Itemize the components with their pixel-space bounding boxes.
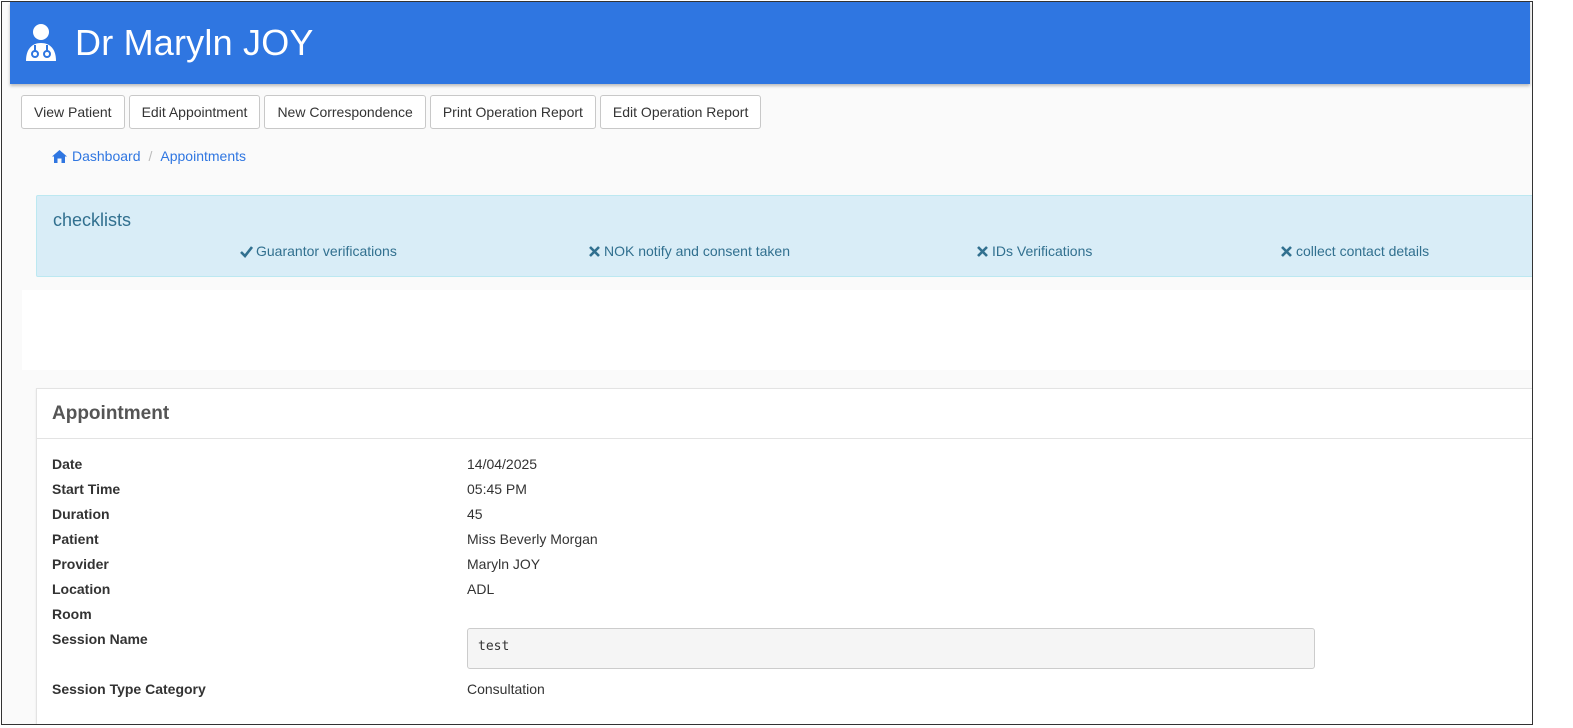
field-label-session-type-category: Session Type Category xyxy=(52,681,206,697)
field-value-location: ADL xyxy=(467,581,495,597)
breadcrumb: Dashboard / Appointments xyxy=(52,148,246,164)
checklist-item-label: NOK notify and consent taken xyxy=(604,243,790,259)
checklist-title: checklists xyxy=(53,210,132,230)
field-value-patient: Miss Beverly Morgan xyxy=(467,531,598,547)
checklist-item-label: IDs Verifications xyxy=(992,243,1093,259)
field-label-session-name: Session Name xyxy=(52,631,148,647)
checklist-item-label: Guarantor verifications xyxy=(256,243,397,259)
checklist-item-contact: collect contact details xyxy=(1280,243,1429,259)
field-value-provider: Maryln JOY xyxy=(467,556,541,572)
cross-icon xyxy=(1281,245,1292,257)
app-frame: Dr Maryln JOY View Patient Edit Appointm… xyxy=(1,1,1533,725)
print-operation-report-button[interactable]: Print Operation Report xyxy=(429,95,596,129)
checklist-item-nok: NOK notify and consent taken xyxy=(588,243,790,259)
checklist-item-ids: IDs Verifications xyxy=(976,243,1092,259)
breadcrumb-dashboard-link[interactable]: Dashboard xyxy=(72,148,141,164)
edit-appointment-button[interactable]: Edit Appointment xyxy=(128,95,261,129)
checklist-panel: checklists Guarantor verifications NOK n… xyxy=(36,195,1532,277)
new-correspondence-button[interactable]: New Correspondence xyxy=(264,95,426,129)
cross-icon xyxy=(589,245,600,257)
field-label-room: Room xyxy=(52,606,92,622)
appointment-title: Appointment xyxy=(52,403,170,424)
field-label-location: Location xyxy=(52,581,111,597)
home-icon xyxy=(52,149,67,163)
check-icon xyxy=(240,245,253,258)
field-label-date: Date xyxy=(52,456,83,472)
empty-panel xyxy=(22,290,1532,370)
action-toolbar: View Patient Edit Appointment New Corres… xyxy=(21,95,762,129)
field-value-session-type-category: Consultation xyxy=(467,681,545,697)
field-label-provider: Provider xyxy=(52,556,109,572)
doctor-icon xyxy=(26,24,56,61)
field-value-start-time: 05:45 PM xyxy=(467,481,527,497)
divider xyxy=(37,438,1532,439)
cross-icon xyxy=(977,245,988,257)
field-value-date: 14/04/2025 xyxy=(467,456,538,472)
field-label-start-time: Start Time xyxy=(52,481,121,497)
field-label-duration: Duration xyxy=(52,506,110,522)
page-title: Dr Maryln JOY xyxy=(75,22,314,63)
view-patient-button[interactable]: View Patient xyxy=(21,95,125,129)
edit-operation-report-button[interactable]: Edit Operation Report xyxy=(599,95,762,129)
field-label-patient: Patient xyxy=(52,531,99,547)
appointment-panel: Appointment Date 14/04/2025 Start Time 0… xyxy=(36,388,1532,724)
checklist-item-guarantor: Guarantor verifications xyxy=(240,243,397,259)
checklist-item-label: collect contact details xyxy=(1296,243,1430,259)
header-bar: Dr Maryln JOY xyxy=(10,2,1530,84)
breadcrumb-separator: / xyxy=(148,148,153,164)
session-name-field: test xyxy=(467,628,1315,669)
breadcrumb-appointments-link[interactable]: Appointments xyxy=(160,148,246,164)
field-value-duration: 45 xyxy=(467,506,483,522)
